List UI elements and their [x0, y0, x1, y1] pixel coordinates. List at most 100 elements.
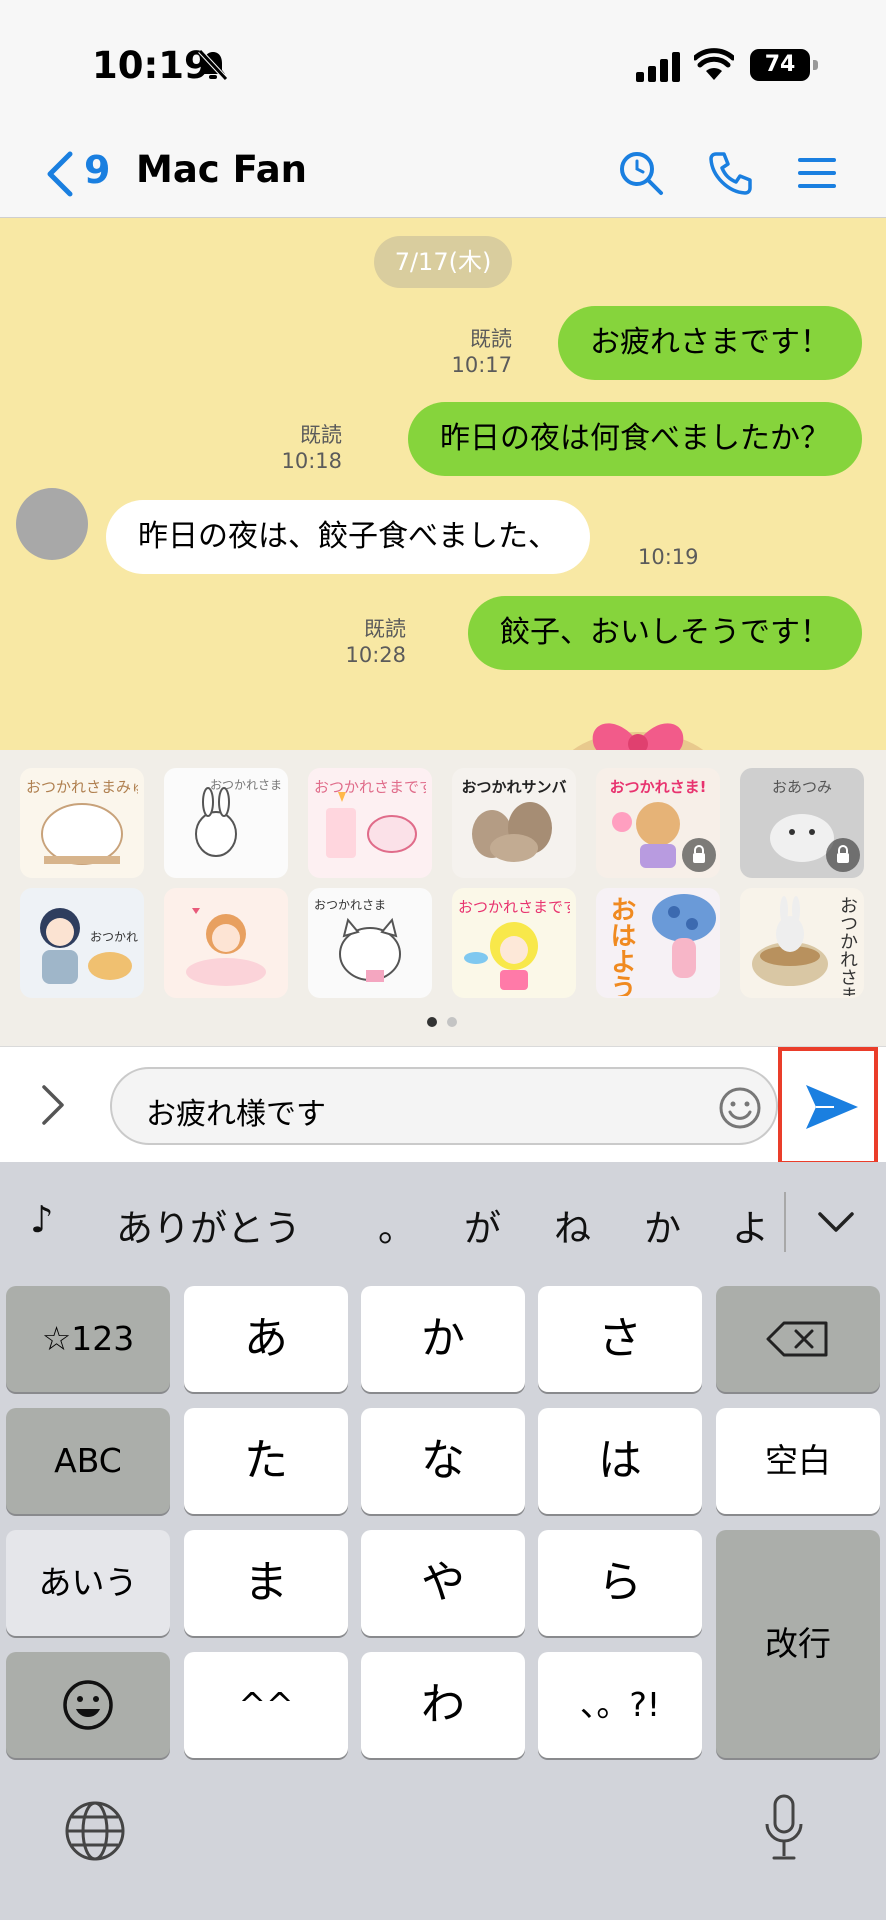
- sticker-item[interactable]: [164, 888, 288, 998]
- status-time: 10:19: [92, 44, 210, 87]
- sticker-caption: おつかれさまみゅん…: [26, 778, 138, 796]
- read-receipt: 既読: [470, 327, 512, 351]
- sticker-preview-peek: [572, 723, 704, 750]
- sticker-item[interactable]: おつかれさま!: [596, 768, 720, 878]
- key-na[interactable]: な: [361, 1408, 525, 1514]
- sticker-caption: おつかれさまです: [458, 898, 570, 916]
- search-icon[interactable]: [616, 148, 666, 198]
- message-time: 10:17: [451, 353, 512, 377]
- lock-icon: [682, 838, 716, 872]
- sticker-item[interactable]: おはよう: [596, 888, 720, 998]
- send-icon: [806, 1085, 858, 1129]
- menu-icon[interactable]: [792, 148, 842, 198]
- message-input-value: お疲れ様です: [146, 1097, 326, 1132]
- sticker-caption: おつかれさまです: [314, 778, 426, 796]
- prediction-candidate[interactable]: ♪: [30, 1198, 54, 1241]
- sticker-caption: おつかれさま: [837, 896, 858, 996]
- message-meta: 既読 10:17: [451, 326, 512, 378]
- delete-key[interactable]: [716, 1286, 880, 1392]
- sticker-item[interactable]: おつかれ: [20, 888, 144, 998]
- backspace-icon: [766, 1321, 828, 1357]
- microphone-icon[interactable]: [764, 1794, 804, 1864]
- key-ha[interactable]: は: [538, 1408, 702, 1514]
- message-input-bar: お疲れ様です: [0, 1046, 886, 1165]
- prediction-candidate[interactable]: ありがとう: [116, 1198, 301, 1252]
- sticker-caption: おつかれさま!: [609, 778, 707, 796]
- globe-icon[interactable]: [64, 1800, 126, 1862]
- key-ta[interactable]: た: [184, 1408, 348, 1514]
- outgoing-message[interactable]: お疲れさまです！: [558, 306, 862, 380]
- sticker-item[interactable]: おつかれさま: [308, 888, 432, 998]
- message-time: 10:19: [638, 545, 699, 569]
- key-wa[interactable]: わ: [361, 1652, 525, 1758]
- key-ra[interactable]: ら: [538, 1530, 702, 1636]
- send-button[interactable]: [778, 1047, 878, 1165]
- sticker-item[interactable]: おつかれさまみゅん…: [20, 768, 144, 878]
- chat-title: Mac Fan: [136, 148, 308, 191]
- message-time: 10:18: [281, 449, 342, 473]
- sticker-caption: おつかれサンバ: [461, 778, 567, 796]
- outgoing-message[interactable]: 昨日の夜は何食べましたか？: [408, 402, 862, 476]
- avatar[interactable]: [16, 488, 88, 560]
- sticker-caption: おつかれさま: [209, 778, 282, 792]
- sticker-panel[interactable]: おつかれさまみゅん… おつかれさま おつかれさまです おつかれサンバ おつかれさ…: [0, 750, 886, 1046]
- key-ka[interactable]: か: [361, 1286, 525, 1392]
- message-input[interactable]: お疲れ様です: [110, 1067, 778, 1145]
- prediction-candidate[interactable]: よ: [732, 1198, 769, 1252]
- sticker-item[interactable]: おつかれさま: [164, 768, 288, 878]
- key-a[interactable]: あ: [184, 1286, 348, 1392]
- key-sa[interactable]: さ: [538, 1286, 702, 1392]
- back-chevron-icon[interactable]: [40, 150, 80, 198]
- sticker-caption: おつかれさま: [314, 898, 387, 912]
- key-kaomoji[interactable]: ^^: [184, 1652, 348, 1758]
- prediction-candidate[interactable]: ね: [554, 1198, 591, 1252]
- chat-header: 9 Mac Fan: [0, 130, 886, 218]
- prediction-candidate[interactable]: か: [644, 1198, 681, 1252]
- sticker-item[interactable]: おあつみ: [740, 768, 864, 878]
- sticker-item[interactable]: おつかれさまです: [452, 888, 576, 998]
- back-unread-count[interactable]: 9: [84, 148, 110, 192]
- phone-icon[interactable]: [706, 148, 756, 198]
- lock-icon: [826, 838, 860, 872]
- emoji-key[interactable]: [6, 1652, 170, 1758]
- emoji-icon: [63, 1680, 113, 1730]
- sticker-art: [186, 908, 266, 986]
- incoming-message[interactable]: 昨日の夜は、餃子食べました、: [106, 500, 590, 574]
- key-abc[interactable]: ABC: [6, 1408, 170, 1514]
- wifi-icon: [694, 48, 734, 80]
- prediction-candidate[interactable]: が: [464, 1198, 501, 1252]
- bell-muted-icon: [198, 49, 228, 81]
- key-symbols[interactable]: ☆123: [6, 1286, 170, 1392]
- japanese-keyboard: ♪ ありがとう 。 が ね か よ ☆123 あ か さ ABC た な は 空…: [0, 1162, 886, 1920]
- chat-messages[interactable]: 7/17(木) 既読 10:17 お疲れさまです！ 既読 10:18 昨日の夜は…: [0, 218, 886, 750]
- prediction-divider: [784, 1192, 786, 1252]
- sticker-caption: おつかれ: [89, 930, 138, 944]
- sticker-item[interactable]: おつかれさまです: [308, 768, 432, 878]
- prediction-candidate[interactable]: 。: [378, 1198, 415, 1252]
- message-time: 10:28: [345, 643, 406, 667]
- sticker-caption: おはよう: [606, 896, 636, 996]
- outgoing-message[interactable]: 餃子、おいしそうです！: [468, 596, 862, 670]
- sticker-item[interactable]: おつかれサンバ: [452, 768, 576, 878]
- space-key[interactable]: 空白: [716, 1408, 880, 1514]
- sticker-item[interactable]: おつかれさま: [740, 888, 864, 998]
- key-ma[interactable]: ま: [184, 1530, 348, 1636]
- emoji-icon[interactable]: [718, 1086, 762, 1130]
- battery-indicator: 74: [750, 49, 818, 81]
- chevron-down-icon[interactable]: [814, 1206, 858, 1238]
- key-punctuation[interactable]: 、。?!: [538, 1652, 702, 1758]
- return-key[interactable]: 改行: [716, 1530, 880, 1758]
- key-ya[interactable]: や: [361, 1530, 525, 1636]
- sticker-caption: おあつみ: [771, 778, 832, 796]
- chevron-right-icon[interactable]: [38, 1083, 68, 1127]
- sticker-page-indicator: [427, 1017, 457, 1027]
- message-meta: 既読 10:18: [281, 422, 342, 474]
- read-receipt: 既読: [300, 423, 342, 447]
- cellular-signal-icon: [636, 52, 680, 82]
- read-receipt: 既読: [364, 617, 406, 641]
- key-kana-mode[interactable]: あいう: [6, 1530, 170, 1636]
- prediction-bar: ♪ ありがとう 。 が ね か よ: [0, 1162, 886, 1280]
- message-meta: 既読 10:28: [345, 616, 406, 668]
- date-separator: 7/17(木): [374, 236, 512, 288]
- status-bar: 10:19 74: [0, 0, 886, 130]
